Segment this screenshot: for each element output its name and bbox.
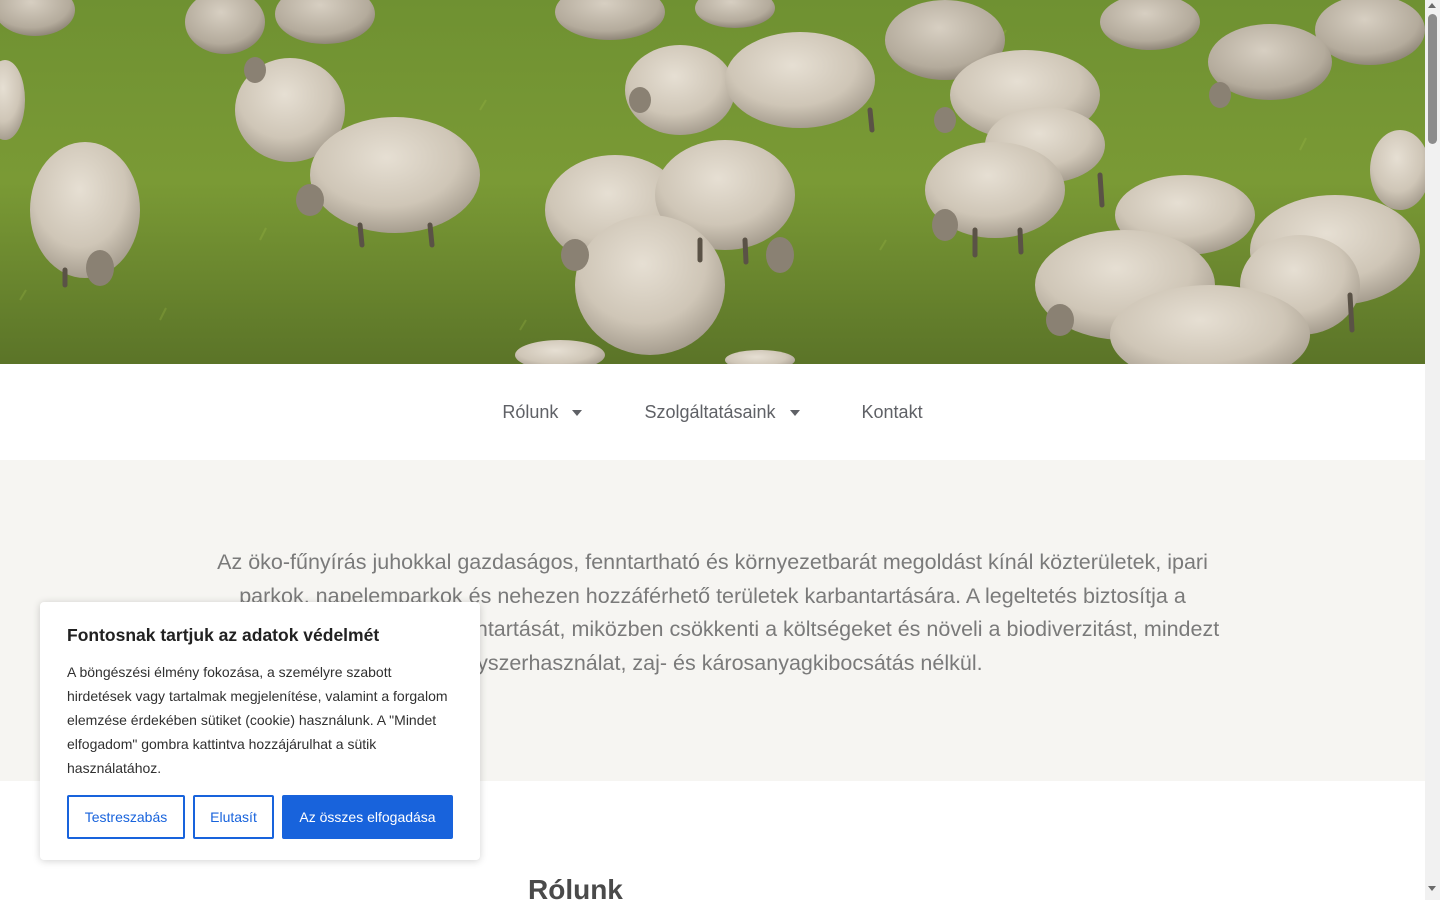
cookie-title: Fontosnak tartjuk az adatok védelmét bbox=[67, 625, 380, 645]
scroll-down-icon[interactable] bbox=[1428, 886, 1436, 891]
nav-item-label: Szolgáltatásaink bbox=[644, 401, 776, 422]
nav-item-rolunk[interactable]: Rólunk bbox=[471, 402, 613, 423]
scrollbar-thumb[interactable] bbox=[1428, 14, 1437, 144]
accept-all-button[interactable]: Az összes elfogadása bbox=[282, 795, 453, 839]
page: Rólunk Szolgáltatásaink Kontakt Az öko-f… bbox=[0, 0, 1425, 900]
nav-item-szolgaltatasaink[interactable]: Szolgáltatásaink bbox=[613, 402, 830, 423]
cookie-buttons: Testreszabás Elutasít Az összes elfogadá… bbox=[67, 795, 453, 839]
nav-item-label: Kontakt bbox=[861, 401, 923, 422]
reject-button[interactable]: Elutasít bbox=[193, 795, 274, 839]
cookie-text: A böngészési élmény fokozása, a személyr… bbox=[67, 664, 448, 776]
chevron-down-icon bbox=[572, 410, 583, 416]
cookie-consent-banner: Fontosnak tartjuk az adatok védelmét A b… bbox=[40, 602, 480, 860]
about-heading: Rólunk bbox=[528, 874, 623, 900]
customize-button[interactable]: Testreszabás bbox=[67, 795, 185, 839]
sheep-flock-illustration bbox=[0, 0, 1425, 364]
main-navigation: Rólunk Szolgáltatásaink Kontakt bbox=[0, 364, 1425, 460]
nav-item-label: Rólunk bbox=[502, 401, 559, 422]
nav-item-kontakt[interactable]: Kontakt bbox=[831, 402, 954, 423]
chevron-down-icon bbox=[789, 410, 800, 416]
scroll-up-icon[interactable] bbox=[1428, 3, 1436, 8]
hero-image bbox=[0, 0, 1425, 364]
